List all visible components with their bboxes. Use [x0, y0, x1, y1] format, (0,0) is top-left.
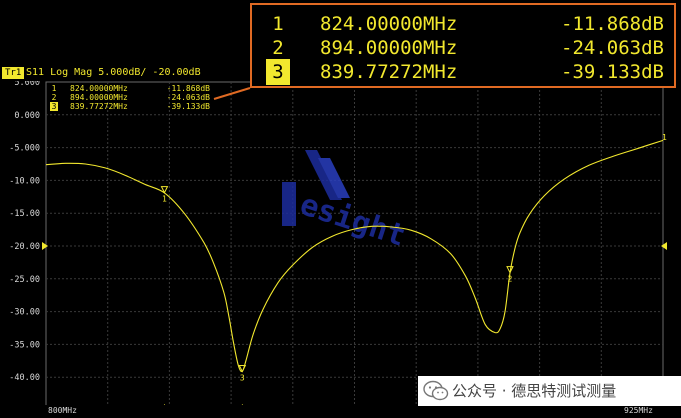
y-tick-label: -35.00 — [9, 340, 40, 350]
zoom-marker-frequency: 839.77272MHz — [320, 61, 458, 83]
y-tick-label: -20.00 — [9, 242, 40, 252]
marker-number: 2 — [51, 93, 57, 102]
tesight-logo: esight — [282, 150, 410, 254]
zoom-marker-row: 2 894.00000MHz -24.063dB — [262, 35, 666, 61]
watermark-caption: 公众号 · 德思特测试测量 — [452, 382, 617, 400]
marker-value: -39.133dB — [166, 102, 210, 111]
zoom-marker-value: -24.063dB — [561, 37, 664, 59]
zoom-marker-row: 3 839.77272MHz -39.133dB — [262, 59, 666, 85]
zoom-marker-row: 1 824.00000MHz -11.868dB — [262, 11, 666, 37]
plot-grid — [45, 81, 664, 411]
stop-frequency[interactable]: 925MHz — [624, 406, 653, 416]
marker-readout-table: 1 824.00000MHz -11.868dB 2 894.00000MHz … — [48, 84, 218, 111]
marker-frequency: 824.00000MHz — [70, 84, 128, 93]
marker-value: -24.063dB — [166, 93, 210, 102]
logo-mark — [282, 182, 296, 226]
y-tick-label: -5.000 — [9, 144, 40, 154]
zoom-marker-value: -11.868dB — [561, 13, 664, 35]
zoom-marker-number: 1 — [272, 13, 284, 35]
zoom-marker-number-active: 3 — [266, 59, 290, 85]
y-tick-label: -10.00 — [9, 176, 40, 186]
marker-label-2: 2 — [507, 275, 512, 284]
trace-end-marker: 1 — [662, 133, 667, 142]
marker-row[interactable]: 3 839.77272MHz -39.133dB — [48, 102, 218, 111]
marker-row[interactable]: 2 894.00000MHz -24.063dB — [48, 93, 218, 102]
zoom-callout-line — [213, 87, 251, 100]
zoom-marker-value: -39.133dB — [561, 61, 664, 83]
logo-text: esight — [296, 187, 410, 254]
marker-number: 1 — [51, 84, 57, 93]
zoom-marker-frequency: 824.00000MHz — [320, 13, 458, 35]
marker-number-active: 3 — [50, 102, 58, 111]
y-tick-label: 0.000 — [14, 111, 40, 121]
zoom-marker-frequency: 894.00000MHz — [320, 37, 458, 59]
zoom-marker-number: 2 — [272, 37, 284, 59]
y-tick-label: -30.00 — [9, 308, 40, 318]
y-tick-label: -40.00 — [9, 373, 40, 383]
marker-row[interactable]: 1 824.00000MHz -11.868dB — [48, 84, 218, 93]
marker-frequency: 839.77272MHz — [70, 102, 128, 111]
marker-label-1: 1 — [162, 195, 167, 204]
y-tick-label: -15.00 — [9, 209, 40, 219]
trace-badge[interactable]: Tr1 — [2, 67, 25, 79]
trace-format-label[interactable]: S11 Log Mag 5.000dB/ -20.00dB — [26, 66, 201, 80]
y-tick-labels: 5.0000.000-5.000-10.00-15.00-20.00-25.00… — [9, 78, 40, 416]
marker-frequency: 894.00000MHz — [70, 93, 128, 102]
marker-label-3: 3 — [240, 374, 245, 383]
y-tick-label: -25.00 — [9, 275, 40, 285]
wechat-icon — [423, 380, 449, 401]
reference-arrow-right — [661, 242, 667, 250]
sweep-footer — [0, 405, 681, 418]
marker-zoom-callout: 1 824.00000MHz -11.868dB 2 894.00000MHz … — [250, 3, 676, 88]
start-frequency[interactable]: 800MHz — [48, 406, 77, 416]
marker-value: -11.868dB — [166, 84, 210, 93]
reference-arrow-left — [42, 242, 48, 250]
